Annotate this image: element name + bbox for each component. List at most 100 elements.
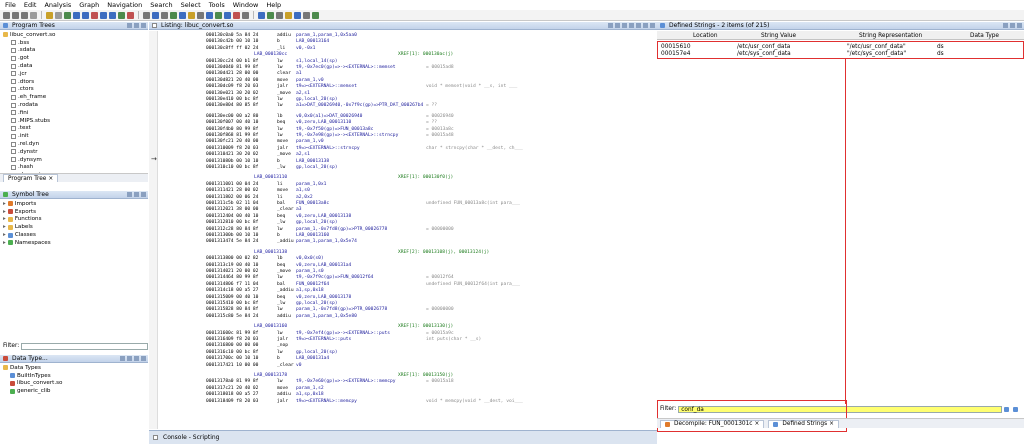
program-tree-section[interactable]: .MIPS.stubs [0, 117, 148, 125]
program-tree-section[interactable]: .eh_frame [0, 93, 148, 101]
listing-instruction-row[interactable]: 000130c4 2b 00 10 10 b LAB_00013164 [158, 39, 656, 45]
panel-buttons[interactable] [1003, 23, 1024, 28]
program-tree-section[interactable]: .ctors [0, 86, 148, 94]
listing-instruction-row[interactable]: 00013100 09 f8 20 03 jalr t9=><EXTERNAL>::s… [158, 146, 656, 152]
listing-instruction-row[interactable]: 00013110 01 00 04 24 li param_1,0x1 [158, 182, 656, 188]
operands[interactable]: t9=><EXTERNAL>::memcpy [296, 399, 357, 404]
operands[interactable]: t9,-0x7e60(gp)=>-><EXTERNAL>::memcpy [296, 379, 396, 384]
program-tree-section[interactable]: .rel.dyn [0, 140, 148, 148]
listing-instruction-row[interactable]: 00013158 28 80 84 8f lw param_1,-0x7fd8(gp)… [158, 307, 656, 313]
data-type-item[interactable]: BuiltInTypes [0, 372, 148, 380]
toolbar-tool-icon[interactable] [215, 11, 222, 19]
toolbar-tool-icon[interactable] [312, 11, 319, 19]
toolbar-tool-icon[interactable] [276, 11, 283, 19]
listing-instruction-row[interactable]: 00013128 10 00 bc 8f _lw gp,local_20(sp) [158, 220, 656, 226]
program-tree-section[interactable]: .fini [0, 109, 148, 117]
operands[interactable]: a3 [296, 207, 302, 212]
listing-instruction-row[interactable]: 000130e0 21 30 20 02 _move a2,s1 [158, 91, 656, 97]
toolbar-tool-icon[interactable] [30, 11, 37, 19]
toolbar-tool-icon[interactable] [303, 11, 310, 19]
xref-annotation[interactable]: XREF[1]: 00013130(j) [398, 324, 453, 329]
listing-instruction-row[interactable]: 00013118 02 00 06 24 li a2,0x2 [158, 195, 656, 201]
symbol-tree-item-namespaces[interactable]: ▸ Namespaces [0, 239, 148, 247]
operands[interactable]: v0,0x0(s0) [296, 256, 324, 261]
program-tree-section[interactable]: .dynsym [0, 156, 148, 164]
panel-buttons[interactable] [127, 23, 148, 28]
menu-search[interactable]: Search [150, 1, 172, 9]
listing-instruction-row[interactable]: 00013144 64 80 99 8f lw t9,-0x7f9c(gp)=>FUN… [158, 275, 656, 281]
toolbar-tool-icon[interactable] [3, 11, 10, 19]
operands[interactable]: LAB_00013160 [296, 233, 329, 238]
toolbar-tool-icon[interactable] [12, 11, 19, 19]
operands[interactable]: param_1,v0 [296, 139, 324, 144]
operands[interactable]: t9=><EXTERNAL>::strncpy [296, 146, 360, 151]
code-label[interactable]: LAB_00013110 [254, 175, 287, 180]
col-string-value[interactable]: String Value [761, 33, 796, 39]
listing-instruction-row[interactable]: 000130c8 ff ff 02 24 _li v0,-0x1 [158, 46, 656, 52]
toolbar-tool-icon[interactable] [206, 11, 213, 19]
tab-defined-strings[interactable]: Defined Strings × [768, 419, 839, 428]
listing-instruction-row[interactable]: 0001310c 10 00 bc 8f _lw gp,local_20(sp) [158, 165, 656, 171]
operands[interactable]: v0,0x0(a1)=>DAT_00026940 [296, 114, 362, 119]
listing-instruction-row[interactable]: 00013114 21 28 00 02 move a1,s0 [158, 188, 656, 194]
col-string-representation[interactable]: String Representation [859, 33, 922, 39]
toolbar-tool-icon[interactable] [179, 11, 186, 19]
menu-navigation[interactable]: Navigation [107, 1, 142, 9]
toolbar-tool-icon[interactable] [82, 11, 89, 19]
toolbar-tool-icon[interactable] [73, 11, 80, 19]
program-tree-section[interactable]: .dynstr [0, 148, 148, 156]
listing-instruction-row[interactable]: 0001315c 80 5e 84 24 addiu param_1,param_1,… [158, 314, 656, 320]
symbol-filter-input[interactable] [21, 342, 148, 350]
toolbar-tool-icon[interactable] [46, 11, 53, 19]
operands[interactable]: LAB_00013164 [296, 39, 329, 44]
code-label[interactable]: LAB_00013160 [254, 324, 287, 329]
listing-instruction-row[interactable]: 00013184 09 f8 20 03 jalr t9=><EXTERNAL>::m… [158, 399, 656, 405]
operands[interactable]: param_1,param_1,0x5aa0 [296, 33, 357, 38]
operands[interactable]: gp,local_20(sp) [296, 350, 338, 355]
data-type-item[interactable]: Data Types [0, 364, 148, 372]
toolbar-tool-icon[interactable] [21, 11, 28, 19]
operands[interactable]: gp,local_20(sp) [296, 301, 338, 306]
toolbar-tool-icon[interactable] [161, 11, 168, 19]
menu-analysis[interactable]: Analysis [44, 1, 71, 9]
xref-annotation[interactable]: XREF[1]: 000130ac(j) [398, 52, 453, 57]
menu-tools[interactable]: Tools [209, 1, 225, 9]
toolbar-tool-icon[interactable] [170, 11, 177, 19]
expand-icon[interactable]: ▸ [3, 232, 6, 238]
listing-instruction-row[interactable]: 000130d4 21 28 00 00 clear a1 [158, 71, 656, 77]
menu-help[interactable]: Help [266, 1, 281, 9]
listing-instruction-row[interactable]: 0001317c 21 20 40 02 move param_1,s2 [158, 386, 656, 392]
close-icon[interactable]: × [755, 421, 760, 427]
listing-instruction-row[interactable]: 0001316c 10 00 bc 8f lw gp,local_20(sp) [158, 350, 656, 356]
close-icon[interactable]: × [48, 176, 53, 182]
operands[interactable]: v0,zero,LAB_00013110 [296, 120, 351, 125]
operands[interactable]: param_1,-0x7fd8(gp)=>PTR_00026778 [296, 227, 387, 232]
operands[interactable]: gp,local_20(sp) [296, 165, 338, 170]
listing-label-row[interactable]: LAB_00013138 XREF[2]: 00013108(j), 000131… [158, 250, 656, 256]
operands[interactable]: FUN_00012f64 [296, 282, 329, 287]
operands[interactable]: param_1,s0 [296, 269, 324, 274]
listing-toolbar-buttons[interactable] [608, 23, 657, 28]
listing-instruction-row[interactable]: 0001313c 19 00 40 10 beq v0,zero,LAB_000131… [158, 263, 656, 269]
xref-annotation[interactable]: XREF[2]: 00013108(j), 00013124(j) [398, 250, 489, 255]
listing-instruction-row[interactable]: 00013108 0b 00 10 10 b LAB_00013138 [158, 159, 656, 165]
program-tree-section[interactable]: .data [0, 62, 148, 70]
expand-icon[interactable]: ▸ [3, 201, 6, 207]
toolbar-tool-icon[interactable] [188, 11, 195, 19]
operands[interactable]: param_1,v0 [296, 78, 324, 83]
toolbar-tool-icon[interactable] [258, 11, 265, 19]
listing-instruction-row[interactable]: 000130f4 b0 80 99 8f lw t9,-0x7f50(gp)=>FUN… [158, 127, 656, 133]
operands[interactable]: t9=><EXTERNAL>::puts [296, 337, 351, 342]
operands[interactable]: s1,local_14(sp) [296, 59, 338, 64]
program-tree-section[interactable]: .text [0, 125, 148, 133]
program-tree-section[interactable]: .rodata [0, 101, 148, 109]
operands[interactable]: t9,-0x7f9c(gp)=>FUN_00012f64 [296, 275, 373, 280]
operands[interactable]: t9,-0x7e98(gp)=>-><EXTERNAL>::strncpy [296, 133, 398, 138]
operands[interactable]: a2,s1 [296, 91, 310, 96]
listing-instruction-row[interactable]: 00013178 a0 81 99 8f lw t9,-0x7e60(gp)=>-><… [158, 379, 656, 385]
program-tree-section[interactable]: .init [0, 132, 148, 140]
operands[interactable]: v0 [296, 363, 302, 368]
listing-instruction-row[interactable]: 000130fc 21 20 40 00 move param_1,v0 [158, 139, 656, 145]
operands[interactable]: t9,-0x7ef4(gp)=>-><EXTERNAL>::puts [296, 331, 390, 336]
code-label[interactable]: LAB_000130cc [254, 52, 287, 57]
